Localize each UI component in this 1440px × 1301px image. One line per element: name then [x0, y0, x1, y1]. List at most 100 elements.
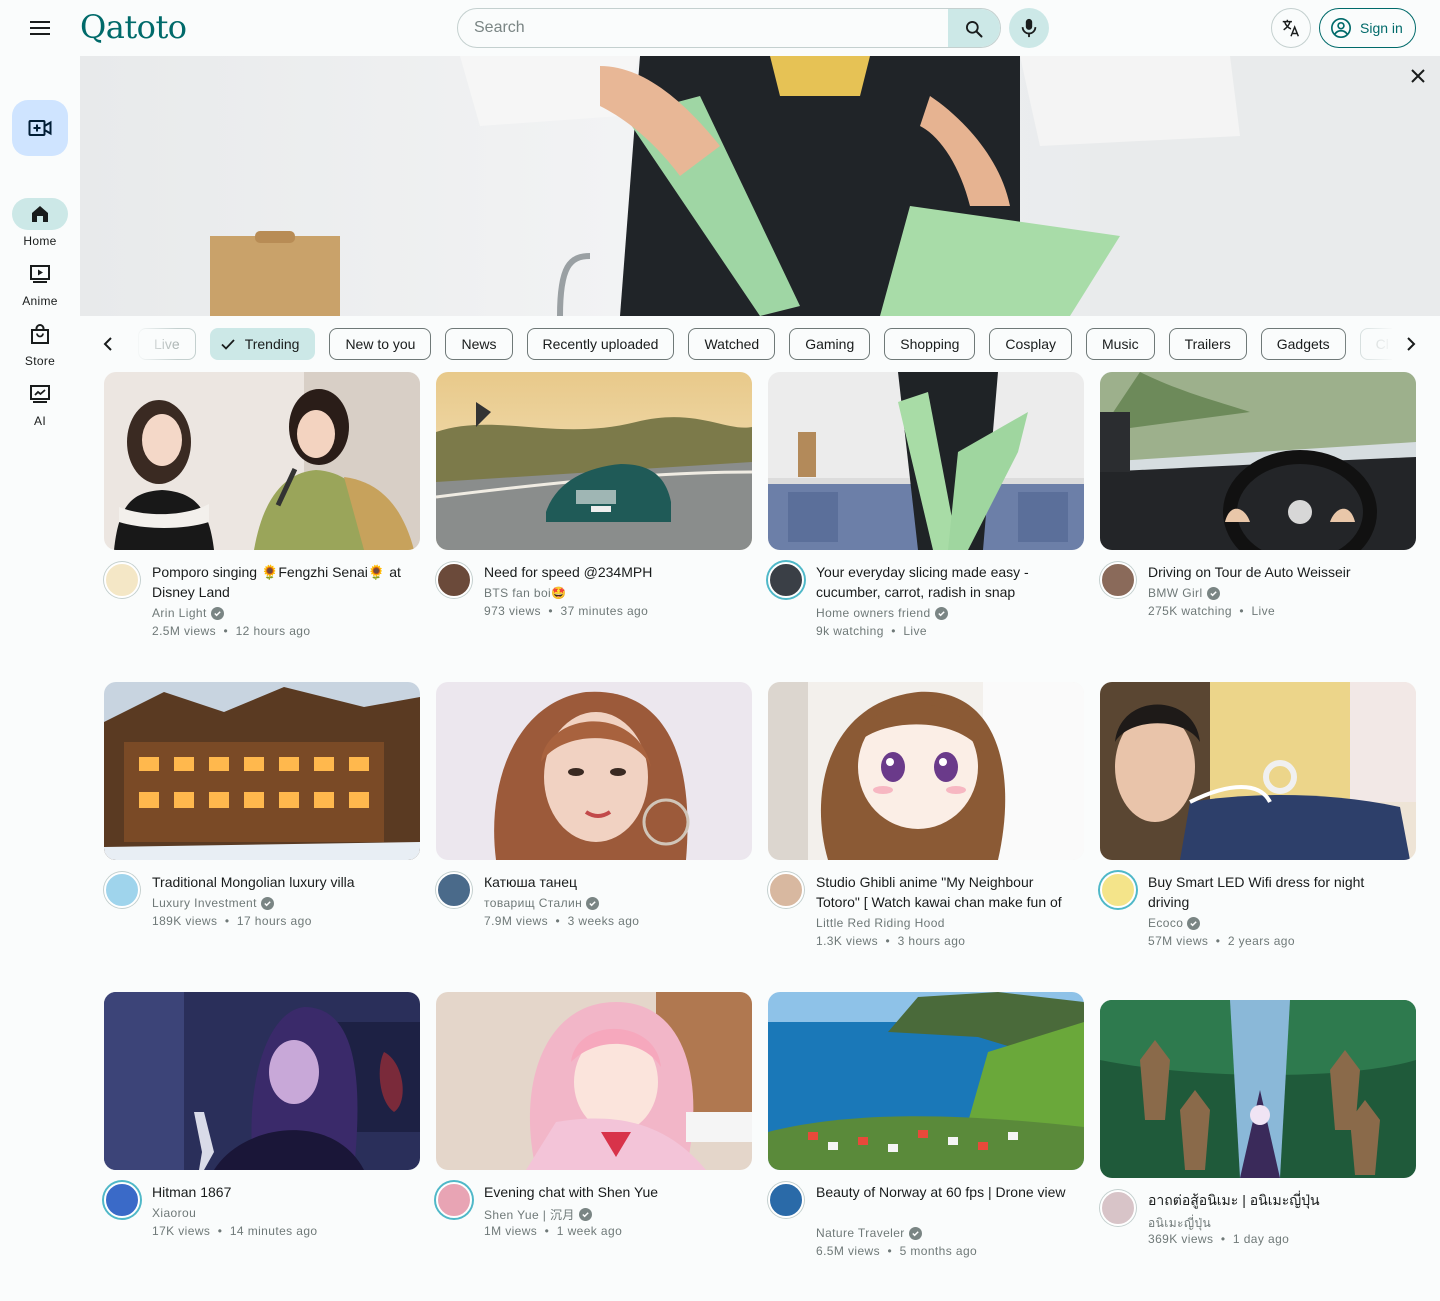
- video-card[interactable]: Evening chat with Shen Yue Shen Yue | 沉月…: [436, 992, 752, 1262]
- video-stats: 57M views • 2 years ago: [1148, 934, 1295, 948]
- video-card[interactable]: Need for speed @234MPH BTS fan boi🤩 973 …: [436, 372, 752, 642]
- video-title[interactable]: Driving on Tour de Auto Weisseir: [1148, 562, 1404, 582]
- video-thumbnail[interactable]: [104, 372, 420, 550]
- channel-name[interactable]: Ecoco: [1148, 916, 1201, 930]
- channel-avatar[interactable]: [104, 562, 140, 598]
- video-title[interactable]: Your everyday slicing made easy - cucumb…: [816, 562, 1072, 602]
- video-title[interactable]: Studio Ghibli anime "My Neighbour Totoro…: [816, 872, 1072, 912]
- rail-item-home[interactable]: Home: [0, 198, 80, 248]
- chip-recently-uploaded[interactable]: Recently uploaded: [526, 328, 675, 360]
- video-card[interactable]: Your everyday slicing made easy - cucumb…: [768, 372, 1084, 642]
- rail-item-store[interactable]: Store: [0, 318, 80, 368]
- video-card[interactable]: Traditional Mongolian luxury villa Luxur…: [104, 682, 420, 952]
- chip-trending[interactable]: Trending: [209, 328, 316, 360]
- featured-video-banner[interactable]: [80, 56, 1440, 316]
- video-card[interactable]: Hitman 1867 Xiaorou 17K views • 14 minut…: [104, 992, 420, 1262]
- search-input[interactable]: [458, 9, 948, 47]
- video-thumbnail[interactable]: [768, 372, 1084, 550]
- channel-avatar[interactable]: [1100, 562, 1136, 598]
- channel-name[interactable]: Shen Yue | 沉月: [484, 1206, 592, 1223]
- upload-video-button[interactable]: [12, 100, 68, 156]
- scroll-chips-left-button[interactable]: [92, 328, 124, 360]
- channel-avatar[interactable]: [768, 1182, 804, 1218]
- channel-avatar[interactable]: [1100, 872, 1136, 908]
- video-title[interactable]: Evening chat with Shen Yue: [484, 1182, 740, 1202]
- channel-name[interactable]: BMW Girl: [1148, 586, 1220, 600]
- video-title[interactable]: Beauty of Norway at 60 fps | Drone view: [816, 1182, 1072, 1202]
- video-title[interactable]: Traditional Mongolian luxury villa: [152, 872, 408, 892]
- chip-news[interactable]: News: [445, 328, 513, 360]
- close-banner-button[interactable]: [1406, 64, 1430, 88]
- chip-cosplay[interactable]: Cosplay: [989, 328, 1073, 360]
- channel-avatar[interactable]: [436, 562, 472, 598]
- chip-label: Cl: [1375, 336, 1389, 352]
- video-title[interactable]: Buy Smart LED Wifi dress for night drivi…: [1148, 872, 1404, 912]
- channel-name[interactable]: BTS fan boi🤩: [484, 586, 566, 600]
- view-count: 275K watching: [1148, 604, 1232, 618]
- scroll-chips-right-button[interactable]: [1395, 328, 1427, 360]
- upload-age: 1 week ago: [556, 1224, 623, 1238]
- video-thumbnail[interactable]: [768, 682, 1084, 860]
- channel-name[interactable]: Little Red Riding Hood: [816, 916, 945, 930]
- channel-name[interactable]: товарищ Сталин: [484, 896, 600, 910]
- channel-name[interactable]: Xiaorou: [152, 1206, 196, 1220]
- chip-live[interactable]: Live: [138, 328, 196, 360]
- chip-gadgets[interactable]: Gadgets: [1260, 328, 1346, 360]
- video-title[interactable]: อาถต่อสู้อนิเมะ | อนิเมะญี่ปุ่น: [1148, 1190, 1404, 1210]
- translate-button[interactable]: [1271, 8, 1311, 48]
- channel-avatar[interactable]: [768, 872, 804, 908]
- video-thumbnail[interactable]: [436, 992, 752, 1170]
- chip-shopping[interactable]: Shopping: [884, 328, 976, 360]
- rail-item-ai[interactable]: AI: [0, 378, 80, 428]
- search-button[interactable]: [948, 9, 1000, 47]
- menu-icon[interactable]: [24, 12, 56, 44]
- chip-watched[interactable]: Watched: [688, 328, 776, 360]
- video-thumbnail[interactable]: [436, 682, 752, 860]
- video-meta: Need for speed @234MPH BTS fan boi🤩 973 …: [436, 562, 752, 642]
- video-stats: 189K views • 17 hours ago: [152, 914, 312, 928]
- rail-item-anime[interactable]: Anime: [0, 258, 80, 308]
- chip-new-to-you[interactable]: New to you: [329, 328, 432, 360]
- video-title[interactable]: Hitman 1867: [152, 1182, 408, 1202]
- video-card[interactable]: Buy Smart LED Wifi dress for night drivi…: [1100, 682, 1416, 952]
- channel-name[interactable]: อนิเมะญี่ปุ่น: [1148, 1214, 1211, 1233]
- video-title[interactable]: Pomporo singing 🌻Fengzhi Senai🌻 at Disne…: [152, 562, 408, 602]
- channel-name[interactable]: Arin Light: [152, 606, 224, 620]
- video-thumbnail[interactable]: [1100, 682, 1416, 860]
- video-card[interactable]: อาถต่อสู้อนิเมะ | อนิเมะญี่ปุ่น อนิเมะญี…: [1100, 1000, 1416, 1270]
- rail-label: Home: [23, 234, 57, 248]
- video-card[interactable]: Катюша танец товарищ Сталин 7.9M views •…: [436, 682, 752, 952]
- banner-image: [210, 56, 1440, 316]
- search-box: [457, 8, 1001, 48]
- channel-avatar[interactable]: [1100, 1190, 1136, 1226]
- video-card[interactable]: Beauty of Norway at 60 fps | Drone view …: [768, 992, 1084, 1262]
- video-meta: Studio Ghibli anime "My Neighbour Totoro…: [768, 872, 1084, 952]
- video-thumbnail[interactable]: [768, 992, 1084, 1170]
- sign-in-button[interactable]: Sign in: [1319, 8, 1416, 48]
- thumbnail-image: [104, 372, 420, 550]
- video-thumbnail[interactable]: [436, 372, 752, 550]
- chip-gaming[interactable]: Gaming: [789, 328, 871, 360]
- video-thumbnail[interactable]: [104, 682, 420, 860]
- video-thumbnail[interactable]: [1100, 372, 1416, 550]
- channel-name[interactable]: Luxury Investment: [152, 896, 274, 910]
- channel-name[interactable]: Nature Traveler: [816, 1226, 922, 1240]
- video-card[interactable]: Pomporo singing 🌻Fengzhi Senai🌻 at Disne…: [104, 372, 420, 642]
- chip-trailers[interactable]: Trailers: [1168, 328, 1247, 360]
- video-title[interactable]: Катюша танец: [484, 872, 740, 892]
- video-card[interactable]: Driving on Tour de Auto Weisseir BMW Gir…: [1100, 372, 1416, 642]
- chip-music[interactable]: Music: [1086, 328, 1155, 360]
- voice-search-button[interactable]: [1009, 8, 1049, 48]
- channel-avatar[interactable]: [104, 872, 140, 908]
- video-thumbnail[interactable]: [1100, 1000, 1416, 1178]
- video-title[interactable]: Need for speed @234MPH: [484, 562, 740, 582]
- channel-avatar[interactable]: [436, 1182, 472, 1218]
- video-card[interactable]: Studio Ghibli anime "My Neighbour Totoro…: [768, 682, 1084, 952]
- channel-name[interactable]: Home owners friend: [816, 606, 948, 620]
- video-thumbnail[interactable]: [104, 992, 420, 1170]
- channel-avatar[interactable]: [768, 562, 804, 598]
- chip-cl[interactable]: Cl: [1359, 328, 1392, 360]
- channel-avatar[interactable]: [436, 872, 472, 908]
- channel-avatar[interactable]: [104, 1182, 140, 1218]
- app-logo[interactable]: Qatoto: [80, 8, 187, 46]
